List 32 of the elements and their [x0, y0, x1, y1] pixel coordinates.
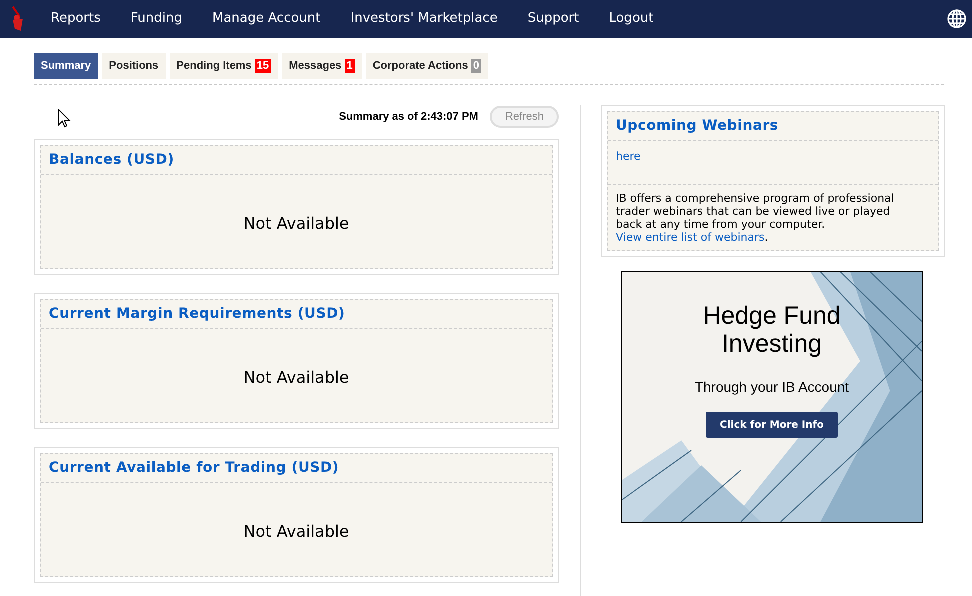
- ad-headline: Hedge Fund Investing: [702, 302, 842, 358]
- count-badge: 1: [344, 59, 355, 73]
- more-info-button[interactable]: Click for More Info: [706, 412, 838, 438]
- panel-title: Balances (USD): [49, 150, 174, 170]
- not-available-text: Not Available: [244, 213, 350, 235]
- count-badge: 0: [471, 59, 482, 73]
- ad-subline: Through your IB Account: [694, 378, 850, 397]
- globe-icon[interactable]: [947, 9, 967, 29]
- not-available-text: Not Available: [244, 367, 350, 389]
- tab[interactable]: Messages 1: [282, 53, 362, 79]
- tab[interactable]: Summary: [34, 53, 98, 79]
- webinars-list-link[interactable]: View entire list of webinars: [616, 231, 765, 244]
- nav-link[interactable]: Support: [528, 9, 580, 29]
- tab[interactable]: Pending Items 15: [170, 53, 278, 79]
- mouse-cursor-icon: [58, 109, 71, 128]
- panel-title: Upcoming Webinars: [616, 116, 779, 136]
- summary-timestamp: Summary as of 2:43:07 PM: [339, 110, 478, 125]
- webinars-description: IB offers a comprehensive program of professional trader webinars that can be viewed live or played back at any time from your computer.: [616, 192, 896, 231]
- nav-link[interactable]: Manage Account: [212, 9, 321, 29]
- nav-link[interactable]: Investors' Marketplace: [350, 9, 498, 29]
- nav-link[interactable]: Reports: [51, 9, 101, 29]
- tab[interactable]: Corporate Actions 0: [366, 53, 488, 79]
- nav-link[interactable]: Funding: [130, 9, 182, 29]
- count-badge: 15: [254, 59, 272, 73]
- brush-logo-icon[interactable]: [10, 5, 26, 33]
- not-available-text: Not Available: [244, 521, 350, 543]
- here-link[interactable]: here: [616, 149, 641, 166]
- webinars-list-text: View entire list of webinars.: [616, 231, 770, 244]
- panel-title: Current Margin Requirements (USD): [49, 304, 346, 324]
- panel-title: Current Available for Trading (USD): [49, 458, 340, 478]
- nav-link[interactable]: Logout: [609, 9, 654, 29]
- tab[interactable]: Positions: [102, 53, 166, 79]
